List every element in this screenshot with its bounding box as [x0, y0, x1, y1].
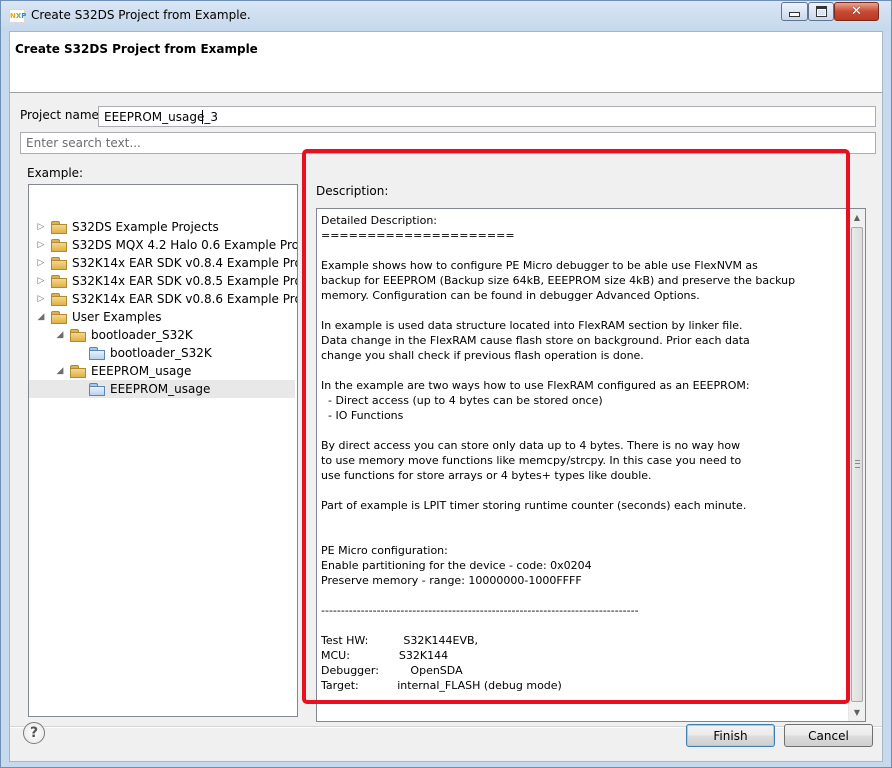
text-caret — [202, 110, 203, 124]
example-tree[interactable]: ▷ S32DS Example Projects ▷ S32DS MQX 4.2… — [28, 184, 298, 717]
tree-item-sdk-v085[interactable]: ▷ S32K14x EAR SDK v0.8.5 Example Project… — [29, 272, 297, 290]
vertical-scrollbar[interactable]: ▲ ▼ — [848, 209, 865, 721]
collapse-arrow-icon[interactable]: ◢ — [54, 326, 66, 344]
maximize-icon — [815, 6, 827, 17]
tree-item-label: S32DS Example Projects — [72, 220, 219, 234]
help-button[interactable]: ? — [23, 722, 45, 744]
folder-icon — [70, 329, 86, 342]
description-label: Description: — [316, 184, 389, 198]
tree-item-label: EEEPROM_usage — [110, 382, 211, 396]
expand-arrow-icon[interactable]: ▷ — [35, 236, 47, 254]
tree-item-sdk-v084[interactable]: ▷ S32K14x EAR SDK v0.8.4 Example Project… — [29, 254, 297, 272]
nxp-app-icon: NXP — [9, 9, 26, 23]
dialog-client-area: Create S32DS Project from Example Projec… — [9, 31, 883, 762]
folder-icon — [70, 365, 86, 378]
tree-item-bootloader-project[interactable]: bootloader_S32K — [29, 344, 295, 362]
close-icon: ✕ — [851, 4, 862, 19]
tree-item-label: S32K14x EAR SDK v0.8.4 Example Projects — [72, 256, 297, 270]
folder-icon — [51, 257, 67, 270]
tree-item-label: bootloader_S32K — [110, 346, 212, 360]
example-label: Example: — [27, 166, 84, 180]
minimize-button[interactable] — [781, 2, 808, 21]
grip-icon — [855, 460, 860, 468]
description-text-area[interactable]: Detailed Description: ==================… — [316, 208, 866, 722]
dialog-window: NXP Create S32DS Project from Example. ✕… — [0, 0, 892, 768]
project-name-label: Project name: — [20, 108, 103, 122]
maximize-button[interactable] — [808, 2, 834, 21]
folder-icon — [51, 311, 67, 324]
tree-item-s32ds-mqx-halo[interactable]: ▷ S32DS MQX 4.2 Halo 0.6 Example Project… — [29, 236, 297, 254]
expand-arrow-icon[interactable]: ▷ — [35, 290, 47, 308]
folder-icon — [51, 293, 67, 306]
tree-item-label: User Examples — [72, 310, 162, 324]
description-panel: Description: Detailed Description: =====… — [316, 184, 866, 722]
scroll-down-icon[interactable]: ▼ — [849, 704, 865, 721]
wizard-banner: Create S32DS Project from Example — [10, 32, 882, 93]
folder-icon — [51, 239, 67, 252]
minimize-icon — [789, 12, 800, 17]
finish-button[interactable]: Finish — [686, 724, 775, 747]
tree-item-label: EEEPROM_usage — [91, 364, 192, 378]
tree-item-user-examples[interactable]: ◢ User Examples — [29, 308, 295, 326]
search-input[interactable] — [20, 132, 876, 154]
project-folder-icon — [89, 383, 105, 396]
tree-item-s32ds-example-projects[interactable]: ▷ S32DS Example Projects — [29, 218, 295, 236]
tree-item-label: S32DS MQX 4.2 Halo 0.6 Example Projects — [72, 238, 297, 252]
folder-icon — [51, 221, 67, 234]
tree-item-eeeprom-project[interactable]: EEEPROM_usage — [29, 380, 295, 398]
folder-icon — [51, 275, 67, 288]
expand-arrow-icon[interactable]: ▷ — [35, 218, 47, 236]
collapse-arrow-icon[interactable]: ◢ — [54, 362, 66, 380]
title-bar[interactable]: NXP Create S32DS Project from Example. ✕ — [1, 1, 891, 31]
cancel-button[interactable]: Cancel — [784, 724, 873, 747]
scroll-up-icon[interactable]: ▲ — [849, 209, 865, 226]
tree-item-sdk-v086[interactable]: ▷ S32K14x EAR SDK v0.8.6 Example Project… — [29, 290, 297, 308]
window-title: Create S32DS Project from Example. — [31, 8, 251, 22]
tree-item-eeeprom-folder[interactable]: ◢ EEEPROM_usage — [29, 362, 295, 380]
project-folder-icon — [89, 347, 105, 360]
wizard-title: Create S32DS Project from Example — [15, 42, 258, 56]
description-text: Detailed Description: ==================… — [321, 214, 796, 692]
expand-arrow-icon[interactable]: ▷ — [35, 272, 47, 290]
tree-item-label: S32K14x EAR SDK v0.8.5 Example Projects — [72, 274, 297, 288]
tree-item-label: S32K14x EAR SDK v0.8.6 Example Projects — [72, 292, 297, 306]
tree-item-label: bootloader_S32K — [91, 328, 193, 342]
tree-item-bootloader-folder[interactable]: ◢ bootloader_S32K — [29, 326, 295, 344]
close-button[interactable]: ✕ — [834, 2, 879, 21]
expand-arrow-icon[interactable]: ▷ — [35, 254, 47, 272]
collapse-arrow-icon[interactable]: ◢ — [35, 308, 47, 326]
scrollbar-thumb[interactable] — [851, 227, 863, 702]
project-name-input[interactable] — [98, 106, 876, 127]
